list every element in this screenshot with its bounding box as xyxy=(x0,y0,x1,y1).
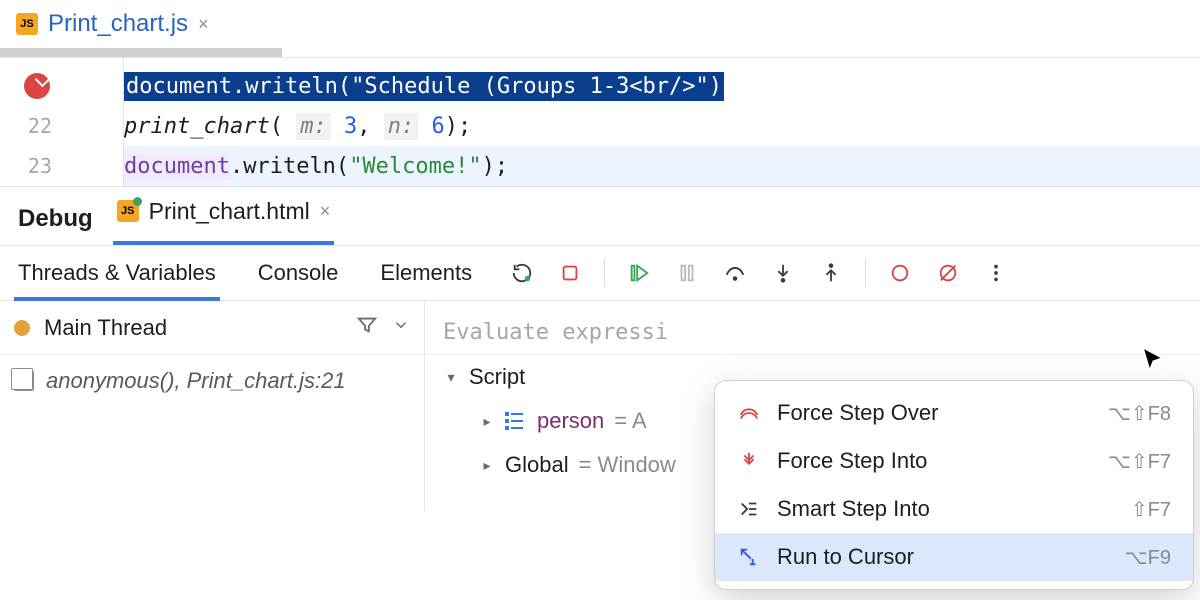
code-text: "Welcome!" xyxy=(349,154,481,179)
rerun-icon[interactable] xyxy=(508,259,536,287)
run-to-cursor-icon xyxy=(737,546,761,568)
gutter: 22 23 xyxy=(0,58,64,186)
array-icon xyxy=(505,412,523,430)
chevron-right-icon[interactable]: ▸ xyxy=(479,457,495,474)
close-icon[interactable]: × xyxy=(320,201,331,222)
tree-label: Script xyxy=(469,364,525,390)
gutter-row-23[interactable]: 23 xyxy=(0,146,64,186)
horizontal-scrollbar[interactable] xyxy=(0,48,1200,57)
menu-shortcut: ⇧F7 xyxy=(1131,497,1171,522)
code-editor: 22 23 document.writeln("Schedule (Groups… xyxy=(0,57,1200,186)
thread-row[interactable]: Main Thread xyxy=(0,301,424,355)
menu-label: Run to Cursor xyxy=(777,544,1109,570)
force-step-over-icon xyxy=(737,402,761,424)
var-value: = A xyxy=(614,408,646,434)
editor-tab-bar: JS Print_chart.js × xyxy=(0,0,1200,48)
code-text: document.writeln("Schedule (Groups 1-3<b… xyxy=(126,74,722,99)
scrollbar-thumb[interactable] xyxy=(0,48,282,57)
menu-shortcut: ⌥⇧F7 xyxy=(1108,449,1171,474)
chevron-down-icon[interactable] xyxy=(392,316,410,339)
menu-shortcut: ⌥F9 xyxy=(1125,545,1171,570)
menu-label: Smart Step Into xyxy=(777,496,1115,522)
stack-frame-row[interactable]: anonymous(), Print_chart.js:21 xyxy=(0,355,424,407)
debug-tab-title: Print_chart.html xyxy=(149,198,310,225)
code-line-22[interactable]: print_chart( m: 3, n: 6); xyxy=(124,106,1200,146)
chevron-right-icon[interactable]: ▸ xyxy=(479,413,495,430)
menu-label: Force Step Into xyxy=(777,448,1092,474)
code-text: 6 xyxy=(431,114,444,139)
var-name: Global xyxy=(505,452,569,478)
toolbar-icons xyxy=(508,259,1030,287)
menu-item-run-to-cursor[interactable]: Run to Cursor ⌥F9 xyxy=(715,533,1193,581)
chevron-down-icon[interactable]: ▾ xyxy=(443,369,459,386)
resume-icon[interactable] xyxy=(625,259,653,287)
menu-item-smart-step-into[interactable]: Smart Step Into ⇧F7 xyxy=(715,485,1193,533)
thread-status-icon xyxy=(14,320,30,336)
tab-console[interactable]: Console xyxy=(258,246,339,300)
code-line-21[interactable]: document.writeln("Schedule (Groups 1-3<b… xyxy=(124,66,1200,106)
code-text: print_chart xyxy=(124,114,270,139)
debug-header: Debug JS Print_chart.html × xyxy=(0,187,1200,245)
code-text: m: xyxy=(296,113,331,140)
step-over-icon[interactable] xyxy=(721,259,749,287)
code-text: .writeln( xyxy=(230,154,349,179)
code-text: document xyxy=(124,153,230,180)
stack-frame-label: anonymous(), Print_chart.js:21 xyxy=(46,368,346,394)
smart-step-into-icon xyxy=(737,498,761,520)
mute-breakpoints-icon[interactable] xyxy=(934,259,962,287)
editor-tab-print-chart-js[interactable]: JS Print_chart.js × xyxy=(16,0,209,48)
code-lines[interactable]: document.writeln("Schedule (Groups 1-3<b… xyxy=(124,58,1200,186)
frames-pane: Main Thread anonymous(), Print_chart.js:… xyxy=(0,301,425,511)
pause-icon[interactable] xyxy=(673,259,701,287)
gutter-row-21[interactable] xyxy=(0,66,64,106)
stack-frame-icon xyxy=(14,371,34,391)
tab-threads-variables[interactable]: Threads & Variables xyxy=(18,246,216,300)
var-value: = Window xyxy=(579,452,676,478)
thread-name: Main Thread xyxy=(44,315,342,341)
js-file-icon: JS xyxy=(117,200,139,222)
menu-shortcut: ⌥⇧F8 xyxy=(1108,401,1171,426)
debug-config-tab[interactable]: JS Print_chart.html × xyxy=(117,187,331,245)
filter-icon[interactable] xyxy=(356,314,378,341)
menu-item-force-step-over[interactable]: Force Step Over ⌥⇧F8 xyxy=(715,389,1193,437)
breakpoint-icon[interactable] xyxy=(24,73,50,99)
close-icon[interactable]: × xyxy=(198,14,209,35)
menu-item-force-step-into[interactable]: Force Step Into ⌥⇧F7 xyxy=(715,437,1193,485)
debug-toolbar: Threads & Variables Console Elements xyxy=(0,245,1200,301)
more-icon[interactable] xyxy=(982,259,1010,287)
mouse-cursor xyxy=(1140,346,1166,379)
debug-more-actions-menu: Force Step Over ⌥⇧F8 Force Step Into ⌥⇧F… xyxy=(714,380,1194,590)
code-text: n: xyxy=(384,113,419,140)
code-line-23[interactable]: document.writeln("Welcome!"); xyxy=(124,146,1200,186)
debug-subtabs: Threads & Variables Console Elements xyxy=(0,246,472,300)
view-breakpoints-icon[interactable] xyxy=(886,259,914,287)
step-into-icon[interactable] xyxy=(769,259,797,287)
tab-elements[interactable]: Elements xyxy=(380,246,472,300)
stop-icon[interactable] xyxy=(556,259,584,287)
var-name: person xyxy=(537,408,604,434)
force-step-into-icon xyxy=(737,450,761,472)
menu-label: Force Step Over xyxy=(777,400,1092,426)
code-text: ); xyxy=(482,154,509,179)
evaluate-expression-input[interactable]: Evaluate expressi xyxy=(425,311,1200,355)
separator xyxy=(865,259,866,287)
code-text: 3 xyxy=(344,114,357,139)
debug-title: Debug xyxy=(18,205,93,245)
separator xyxy=(604,259,605,287)
editor-tab-title: Print_chart.js xyxy=(48,10,188,38)
gutter-row-22[interactable]: 22 xyxy=(0,106,64,146)
step-out-icon[interactable] xyxy=(817,259,845,287)
js-file-icon: JS xyxy=(16,13,38,35)
